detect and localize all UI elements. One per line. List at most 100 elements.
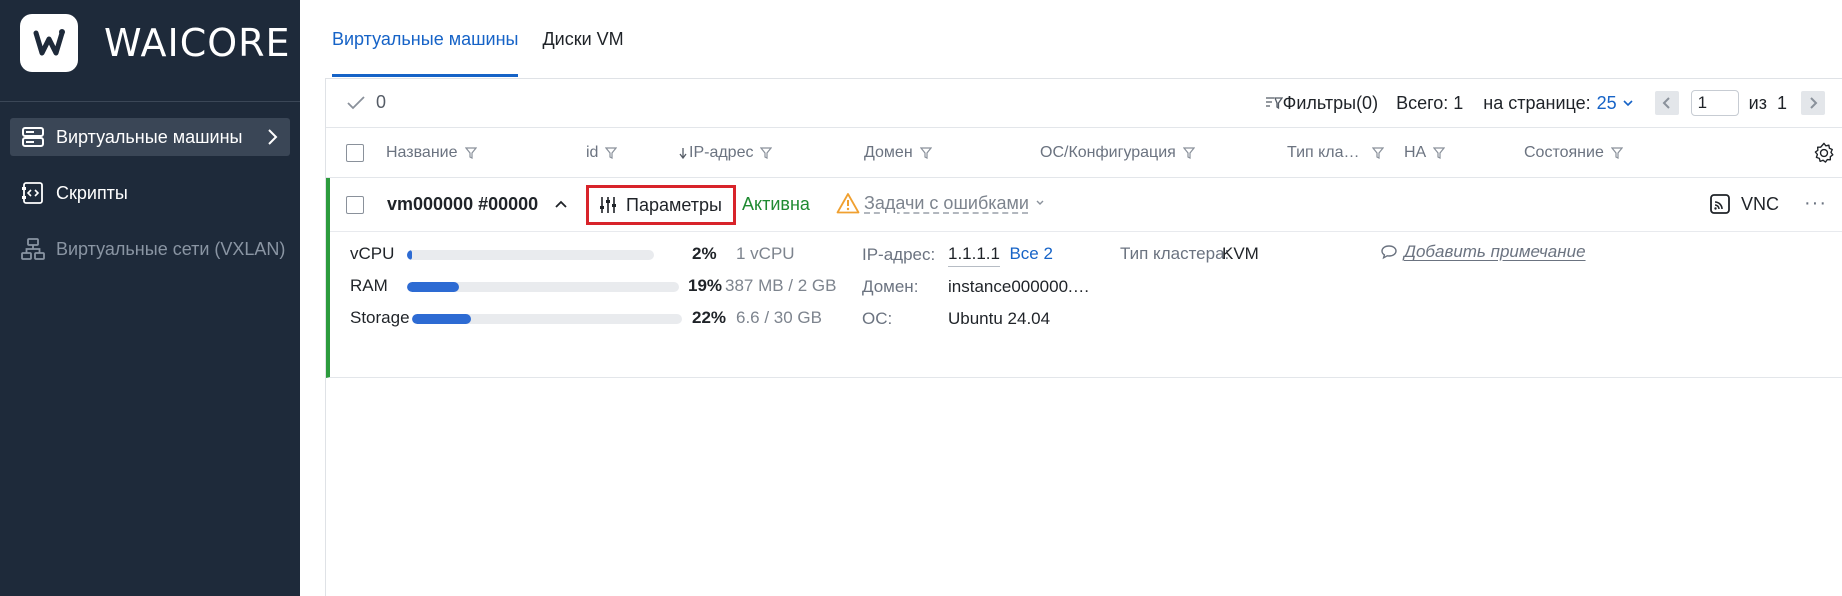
column-header-ha[interactable]: HA [1404,144,1446,162]
table-toolbar: 0 Фильтры(0) Всего: 1 на странице: 25 из… [326,79,1842,128]
ram-usage-fill [407,282,459,292]
tab-bar: Виртуальные машины Диски VM [332,0,648,78]
filter-icon [1265,97,1283,110]
vcpu-usage-bar [407,250,654,260]
chevron-down-icon [1036,200,1044,205]
next-page-button[interactable] [1801,91,1825,115]
sidebar-item-scripts[interactable]: Скрипты [10,174,290,212]
more-options-icon[interactable]: ··· [1804,192,1827,215]
sidebar-item-label: Виртуальные сети (VXLAN) [56,238,286,259]
brand[interactable]: WAICORE [20,14,291,72]
filter-icon[interactable] [1182,147,1195,159]
vcpu-percent: 2% [692,244,717,263]
storage-usage-bar [412,314,682,324]
storage-percent: 22% [692,308,727,327]
ip-value-group: 1.1.1.1 Все 2 [948,244,1053,267]
check-icon [347,95,365,109]
ip-value[interactable]: 1.1.1.1 [948,244,1000,267]
error-tasks-dropdown[interactable]: Задачи с ошибками [836,192,1045,214]
total-pages: 1 [1776,92,1787,113]
storage-value: 6.6 / 30 GB [736,308,822,327]
sidebar-divider [0,101,300,102]
network-icon [20,236,46,262]
sidebar: WAICORE Виртуальные машины Скрипты Вирту… [0,0,300,596]
vm-table-panel: 0 Фильтры(0) Всего: 1 на странице: 25 из… [325,78,1842,596]
gear-icon[interactable] [1813,142,1835,169]
vnc-label: VNC [1740,193,1779,214]
sidebar-item-label: Виртуальные машины [56,126,243,147]
filter-icon[interactable] [760,147,773,159]
comment-icon [1381,245,1397,260]
status-badge: Активна [742,194,810,214]
chevron-right-icon [266,128,278,151]
vcpu-value: 1 vCPU [736,244,795,263]
tab-vm-disks[interactable]: Диски VM [542,0,623,78]
sidebar-item-vxlan[interactable]: Виртуальные сети (VXLAN) [10,230,290,268]
per-page-select[interactable]: на странице: 25 [1483,93,1634,114]
sidebar-item-virtual-machines[interactable]: Виртуальные машины [10,118,290,156]
selected-count-value: 0 [376,92,387,112]
script-icon [20,180,46,206]
domain-value: instance000000.… [948,277,1090,296]
vcpu-usage-fill [407,250,412,260]
ram-usage-bar [407,282,679,292]
chevron-up-icon[interactable] [554,196,568,214]
table-row[interactable]: vm000000 #00000 Параметры Активна Задачи… [326,178,1842,378]
filter-icon[interactable] [464,147,477,159]
prev-page-button[interactable] [1654,91,1679,115]
select-all-checkbox[interactable] [346,144,364,162]
add-note-link[interactable]: Добавить примечание [1380,242,1586,262]
column-header-ip[interactable]: IP-адрес [679,144,773,162]
chevron-right-icon [1810,97,1818,109]
os-value: Ubuntu 24.04 [948,309,1051,328]
total-count: Всего: 1 [1396,92,1464,113]
warning-icon [836,193,860,214]
vm-name[interactable]: vm000000 #00000 [387,194,538,215]
filter-icon[interactable] [919,147,932,159]
column-header-cluster-type[interactable]: Тип кла… [1287,144,1384,162]
column-header-name[interactable]: Название [386,144,477,162]
domain-label: Домен: [862,277,919,296]
selection-count: 0 [346,92,386,113]
filter-icon[interactable] [1610,147,1623,159]
chevron-left-icon [1662,97,1670,109]
filter-icon[interactable] [1371,147,1384,159]
sort-down-icon [679,148,687,159]
vnc-icon [1710,194,1730,214]
filter-icon[interactable] [1433,147,1446,159]
vnc-button[interactable]: VNC [1709,193,1779,215]
error-tasks-label: Задачи с ошибками [864,192,1029,213]
table-header: Название id IP-адрес Домен ОС/Конфигурац… [326,128,1842,178]
metric-label: Storage [350,308,410,327]
filters-button[interactable]: Фильтры(0) [1265,93,1378,114]
page-of-label: из 1 [1748,92,1787,113]
os-label: ОС: [862,309,893,328]
sliders-icon [600,197,616,213]
sidebar-item-label: Скрипты [56,182,128,203]
parameters-button[interactable]: Параметры [586,185,736,225]
metric-label: RAM [350,276,388,295]
column-header-id[interactable]: id [586,144,618,162]
parameters-label: Параметры [626,194,722,215]
add-note-label: Добавить примечание [1404,242,1586,261]
per-page-label: на странице: [1483,92,1591,113]
chevron-down-icon [1623,100,1633,107]
column-header-domain[interactable]: Домен [864,144,932,162]
storage-usage-fill [412,314,472,324]
cluster-type-value: KVM [1222,244,1259,263]
per-page-value: 25 [1596,92,1617,113]
row-checkbox[interactable] [346,196,364,214]
ram-value: 387 MB / 2 GB [725,276,837,295]
row-header: vm000000 #00000 Параметры Активна Задачи… [330,178,1842,232]
page-number-input[interactable] [1690,90,1739,116]
column-header-state[interactable]: Состояние [1524,144,1623,162]
filter-icon[interactable] [605,147,618,159]
metric-label: vCPU [350,244,395,263]
cluster-type-label: Тип кластера: [1120,244,1230,263]
server-icon [20,124,46,150]
brand-name: WAICORE [104,21,291,65]
tab-virtual-machines[interactable]: Виртуальные машины [332,0,519,78]
column-header-os[interactable]: ОС/Конфигурация [1040,144,1195,162]
all-ips-link[interactable]: Все 2 [1009,244,1052,263]
ip-label: IP-адрес: [862,245,936,264]
